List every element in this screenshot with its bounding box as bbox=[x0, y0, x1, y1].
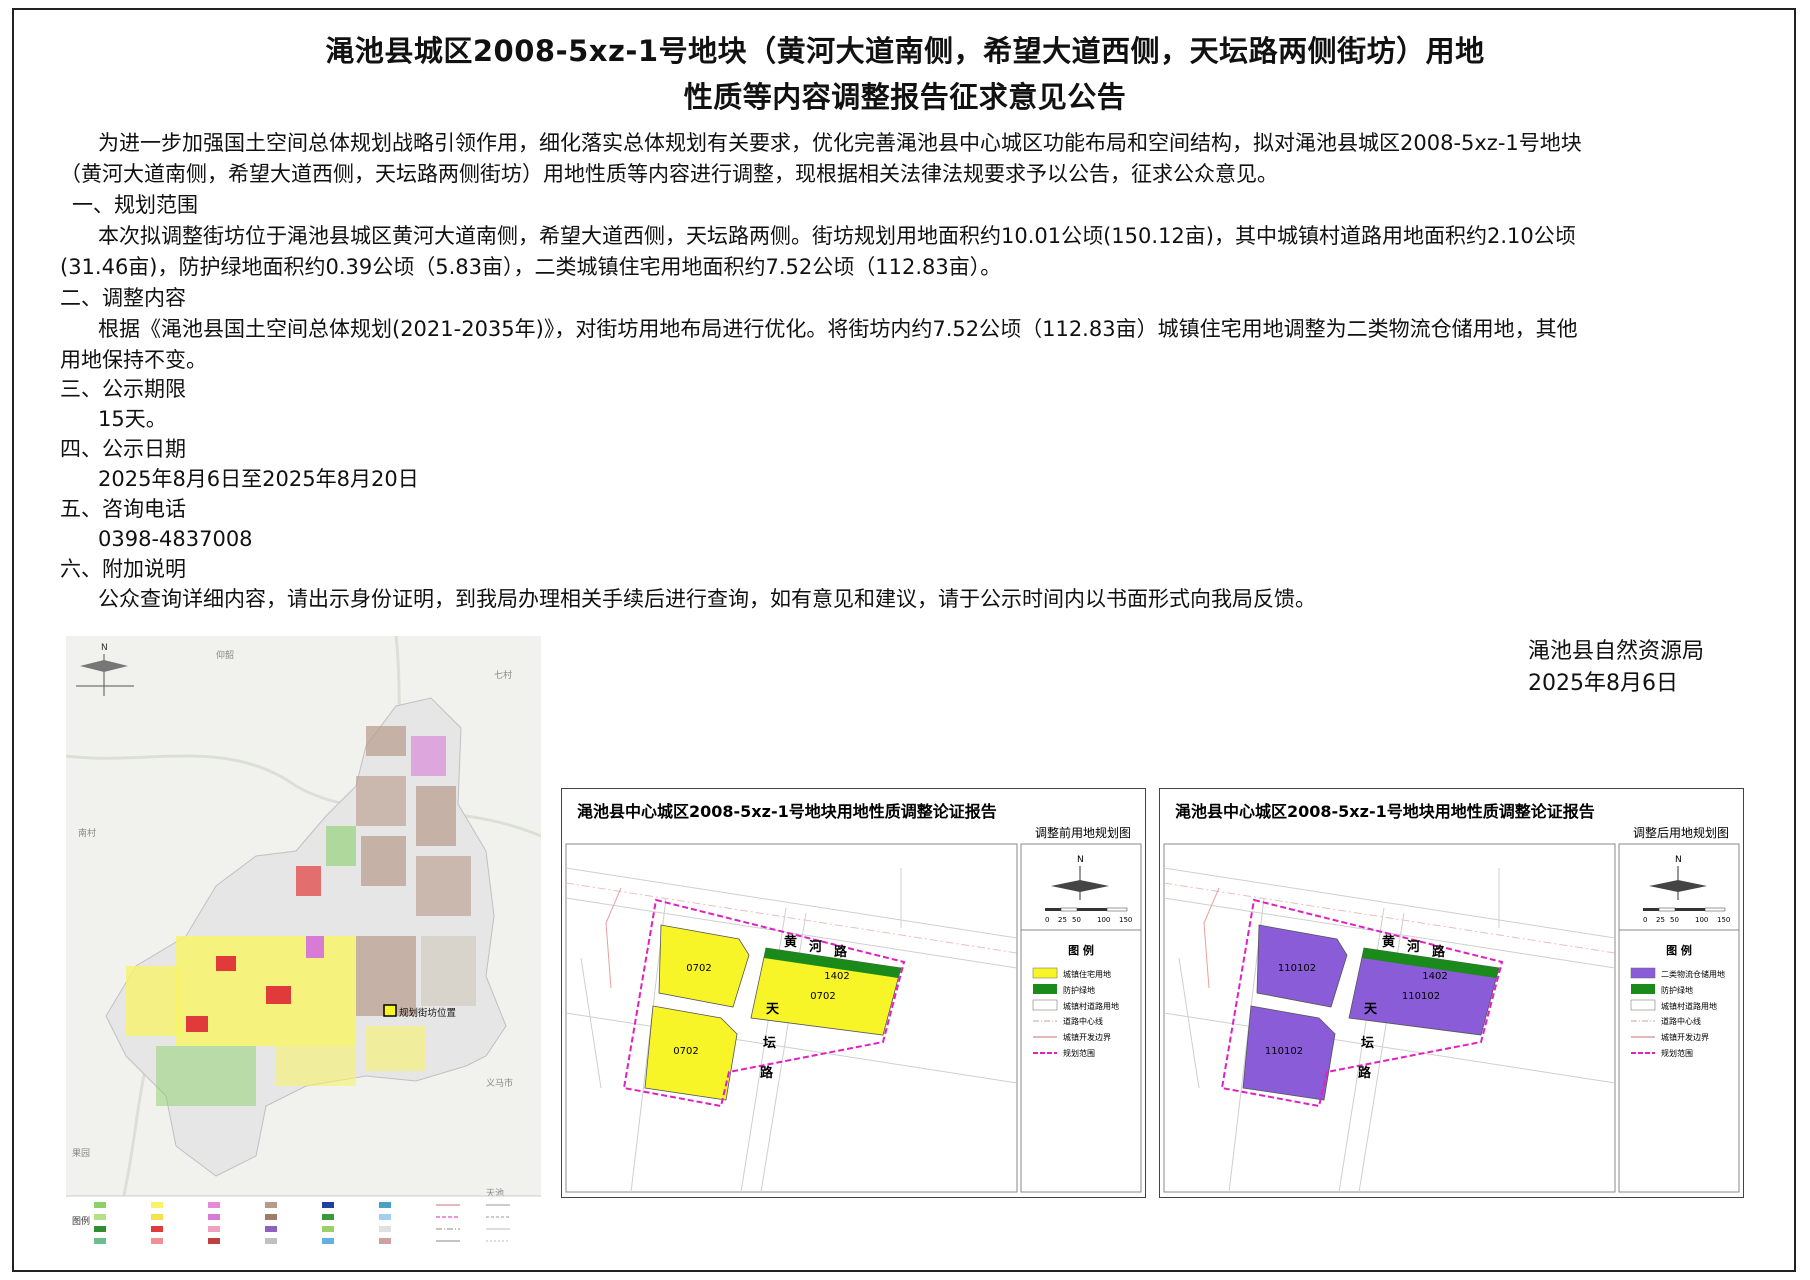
intro-line1: 为进一步加强国土空间总体规划战略引领作用，细化落实总体规划有关要求，优化完善渑池… bbox=[98, 131, 1582, 155]
road-huanghe-char-2: 河 bbox=[809, 939, 822, 955]
road-huanghe-char-1: 黄 bbox=[1382, 934, 1395, 950]
road-huanghe-char-3: 路 bbox=[834, 944, 848, 960]
section-notes-line: 公众查询详细内容，请出示身份证明，到我局办理相关手续后进行查询，如有意见和建议，… bbox=[98, 587, 1316, 611]
legend-item-5: 规划范围 bbox=[1063, 1048, 1095, 1058]
overview-legend: 图例 bbox=[66, 1195, 541, 1254]
plan-map-after-legend-title: 图 例 bbox=[1666, 943, 1692, 957]
signature-date: 2025年8月6日 bbox=[1528, 671, 1678, 696]
parcel-code-0: 0702 bbox=[686, 963, 711, 974]
overview-legend-title: 图例 bbox=[72, 1215, 90, 1227]
legend-item-1: 防护绿地 bbox=[1661, 985, 1693, 995]
signature-block: 渑池县自然资源局 2025年8月6日 bbox=[1528, 636, 1704, 700]
scale-100: 100 bbox=[1695, 916, 1708, 924]
plan-map-after-subtitle: 调整后用地规划图 bbox=[1633, 825, 1729, 840]
legend-item-4: 城镇开发边界 bbox=[1063, 1032, 1111, 1042]
section-scope-line1: 本次拟调整街坊位于渑池县城区黄河大道南侧，希望大道西侧，天坛路两侧。街坊规划用地… bbox=[98, 224, 1576, 248]
road-tiantan-char-3: 路 bbox=[760, 1065, 774, 1081]
site-marker-box bbox=[383, 1004, 397, 1017]
road-tiantan-char-2: 坛 bbox=[1361, 1035, 1374, 1051]
section-phone-line: 0398-4837008 bbox=[98, 527, 253, 551]
notice-title-line2: 性质等内容调整报告征求意见公告 bbox=[683, 80, 1127, 114]
scale-25: 25 bbox=[1656, 916, 1665, 924]
intro-line2: （黄河大道南侧，希望大道西侧，天坛路两侧街坊）用地性质等内容进行调整，现根据相关… bbox=[60, 162, 1278, 186]
notice-title-line1: 渑池县城区2008-5xz-1号地块（黄河大道南侧，希望大道西侧，天坛路两侧街坊… bbox=[325, 34, 1485, 68]
plan-map-before-side-panel: N 0 25 50 100 150 图 例 城镇住宅用地 防护绿地 城镇村道路用… bbox=[1020, 843, 1142, 1193]
scale-100: 100 bbox=[1097, 916, 1110, 924]
section-period-line: 15天。 bbox=[98, 407, 167, 431]
legend-item-3: 道路中心线 bbox=[1063, 1016, 1103, 1026]
plan-map-after-north: N bbox=[1675, 855, 1682, 865]
scale-50: 50 bbox=[1072, 916, 1081, 924]
town-label-3: 南村 bbox=[78, 827, 96, 839]
section-scope-line2: (31.46亩)，防护绿地面积约0.39公顷（5.83亩），二类城镇住宅用地面积… bbox=[60, 255, 1002, 279]
road-code: 1402 bbox=[824, 971, 849, 982]
town-label-1: 仰韶 bbox=[216, 649, 234, 661]
scale-25: 25 bbox=[1058, 916, 1067, 924]
road-tiantan-char-3: 路 bbox=[1358, 1065, 1372, 1081]
legend-item-5: 规划范围 bbox=[1661, 1048, 1693, 1058]
plan-map-before-north: N bbox=[1077, 855, 1084, 865]
road-tiantan-char-1: 天 bbox=[1364, 1002, 1378, 1017]
parcel-code-2: 110102 bbox=[1402, 991, 1440, 1002]
legend-item-0: 二类物流仓储用地 bbox=[1661, 969, 1725, 979]
scale-150: 150 bbox=[1119, 916, 1132, 924]
legend-item-2: 城镇村道路用地 bbox=[1063, 1001, 1119, 1011]
section-heading-phone: 五、咨询电话 bbox=[60, 497, 186, 521]
legend-item-0: 城镇住宅用地 bbox=[1063, 969, 1111, 979]
road-huanghe-char-1: 黄 bbox=[784, 934, 797, 950]
signature-org: 渑池县自然资源局 bbox=[1528, 639, 1705, 664]
road-tiantan-char-2: 坛 bbox=[763, 1035, 776, 1051]
parcel-code-2: 0702 bbox=[810, 991, 835, 1002]
plan-map-after-title: 渑池县中心城区2008-5xz-1号地块用地性质调整论证报告 bbox=[1175, 802, 1595, 821]
town-label-2: 七村 bbox=[494, 669, 512, 681]
plan-map-after: 渑池县中心城区2008-5xz-1号地块用地性质调整论证报告 调整后用地规划图 … bbox=[1159, 788, 1744, 1198]
scale-50: 50 bbox=[1670, 916, 1679, 924]
section-content-line2: 用地保持不变。 bbox=[60, 348, 207, 372]
parcel-code-1: 0702 bbox=[673, 1046, 698, 1057]
plan-map-before-legend-title: 图 例 bbox=[1068, 943, 1094, 957]
section-heading-scope: 一、规划范围 bbox=[72, 193, 198, 217]
plan-map-before-subtitle: 调整前用地规划图 bbox=[1035, 825, 1131, 840]
section-heading-content: 二、调整内容 bbox=[60, 286, 186, 310]
scale-0: 0 bbox=[1643, 916, 1647, 924]
section-heading-period: 三、公示期限 bbox=[60, 377, 186, 401]
section-content-line1: 根据《渑池县国土空间总体规划(2021-2035年)》，对街坊用地布局进行优化。… bbox=[98, 317, 1578, 341]
section-date-line: 2025年8月6日至2025年8月20日 bbox=[98, 467, 419, 491]
road-huanghe-char-3: 路 bbox=[1432, 944, 1446, 960]
parcel-code-0: 110102 bbox=[1278, 963, 1316, 974]
scale-0: 0 bbox=[1045, 916, 1049, 924]
section-heading-date: 四、公示日期 bbox=[60, 437, 186, 461]
plan-map-before: 渑池县中心城区2008-5xz-1号地块用地性质调整论证报告 调整前用地规划图 … bbox=[561, 788, 1146, 1198]
legend-item-1: 防护绿地 bbox=[1063, 985, 1095, 995]
scale-150: 150 bbox=[1717, 916, 1730, 924]
road-tiantan-char-1: 天 bbox=[766, 1002, 780, 1017]
town-label-4: 义马市 bbox=[486, 1077, 513, 1089]
legend-item-4: 城镇开发边界 bbox=[1661, 1032, 1709, 1042]
site-marker-label: 规划街坊位置 bbox=[399, 1007, 456, 1019]
plan-map-before-title: 渑池县中心城区2008-5xz-1号地块用地性质调整论证报告 bbox=[577, 802, 997, 821]
section-heading-notes: 六、附加说明 bbox=[60, 557, 186, 581]
parcel-code-1: 110102 bbox=[1265, 1046, 1303, 1057]
road-huanghe-char-2: 河 bbox=[1407, 939, 1420, 955]
plan-map-after-side-panel: N 0 25 50 100 150 图 例 二类物流仓储用地 防护绿地 城镇村道… bbox=[1618, 843, 1740, 1193]
overview-north-label: N bbox=[101, 643, 108, 653]
road-code: 1402 bbox=[1422, 971, 1447, 982]
town-label-5: 果园 bbox=[72, 1148, 90, 1159]
legend-item-2: 城镇村道路用地 bbox=[1661, 1001, 1717, 1011]
legend-item-3: 道路中心线 bbox=[1661, 1016, 1701, 1026]
overview-map: N 仰韶 七村 南村 义马市 果园 天池 规划街坊位置 图例 bbox=[66, 636, 541, 1254]
